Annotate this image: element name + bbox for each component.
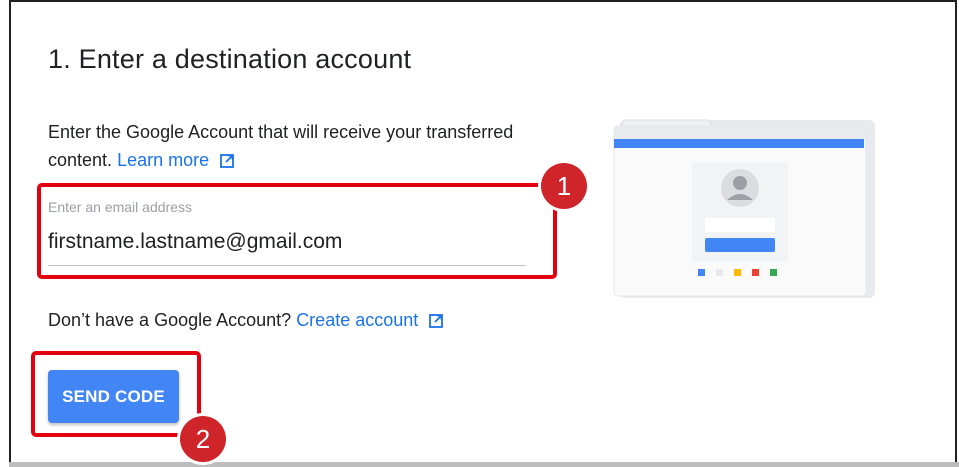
callout-badge-2: 2 bbox=[180, 416, 226, 462]
no-account-text: Don’t have a Google Account? bbox=[48, 310, 292, 330]
step-description: Enter the Google Account that will recei… bbox=[48, 118, 518, 177]
email-highlight-box bbox=[37, 183, 557, 279]
step-title: 1. Enter a destination account bbox=[48, 44, 412, 74]
account-transfer-illustration bbox=[612, 112, 877, 305]
learn-more-link[interactable]: Learn more bbox=[117, 150, 209, 170]
open-in-new-icon[interactable] bbox=[428, 313, 444, 334]
callout-badge-1: 1 bbox=[541, 163, 587, 209]
create-account-link[interactable]: Create account bbox=[296, 310, 418, 330]
send-code-button[interactable]: SEND CODE bbox=[48, 370, 179, 423]
panel-divider bbox=[9, 462, 959, 467]
no-account-prompt: Don’t have a Google Account? Create acco… bbox=[48, 310, 444, 334]
open-in-new-icon[interactable] bbox=[219, 149, 235, 177]
